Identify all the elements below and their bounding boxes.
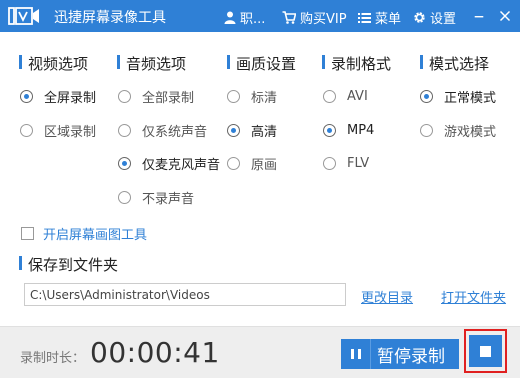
change-directory-link[interactable]: 更改目录 bbox=[361, 287, 413, 306]
radio-circle bbox=[323, 123, 336, 137]
radio-circle bbox=[420, 123, 433, 137]
radio-label: 标清 bbox=[251, 90, 278, 106]
minimize-icon bbox=[474, 16, 484, 18]
save-folder-title: 保存到文件夹 bbox=[28, 256, 119, 274]
radio-circle bbox=[227, 156, 240, 170]
pause-record-label: 暂停录制 bbox=[377, 346, 445, 367]
radio-label: FLV bbox=[347, 155, 370, 171]
radio-record-all-audio[interactable]: 全部录制 bbox=[118, 87, 195, 106]
radio-label: 全部录制 bbox=[142, 90, 195, 106]
film-camera-logo-icon bbox=[8, 7, 39, 25]
pause-record-button[interactable]: 暂停录制 bbox=[341, 339, 459, 369]
duration-label: 录制时长： bbox=[20, 351, 86, 366]
radio-circle bbox=[118, 156, 131, 170]
menu-icon bbox=[358, 12, 371, 23]
radio-circle bbox=[323, 156, 336, 170]
radio-label: MP4 bbox=[347, 122, 375, 138]
save-path-field[interactable] bbox=[24, 283, 346, 306]
section-accent-bar bbox=[19, 256, 22, 270]
radio-game-mode[interactable]: 游戏模式 bbox=[420, 121, 497, 140]
record-format-title: 录制格式 bbox=[331, 55, 392, 73]
screen-draw-tool-label: 开启屏幕画图工具 bbox=[43, 228, 148, 243]
radio-circle bbox=[227, 89, 240, 103]
close-icon bbox=[499, 10, 511, 22]
mode-select-title: 模式选择 bbox=[429, 55, 490, 73]
menu-button[interactable]: 菜单 bbox=[358, 8, 401, 27]
buy-vip-button[interactable]: 购买VIP bbox=[282, 8, 347, 27]
user-icon bbox=[224, 11, 236, 24]
section-accent-bar bbox=[322, 55, 325, 69]
screen-draw-tool-checkbox[interactable]: 开启屏幕画图工具 bbox=[21, 224, 147, 243]
settings-button[interactable]: 设置 bbox=[413, 8, 456, 27]
radio-quality-original[interactable]: 原画 bbox=[227, 154, 278, 173]
radio-no-audio[interactable]: 不录声音 bbox=[118, 188, 195, 207]
radio-label: 高清 bbox=[251, 124, 278, 140]
radio-format-avi[interactable]: AVI bbox=[323, 87, 368, 105]
bottom-bar: 录制时长： 00:00:41 暂停录制 bbox=[0, 326, 520, 378]
radio-circle bbox=[118, 89, 131, 103]
section-accent-bar bbox=[420, 55, 423, 69]
radio-circle bbox=[323, 89, 336, 103]
user-label: 职... bbox=[240, 12, 266, 27]
radio-label: 游戏模式 bbox=[444, 124, 497, 140]
duration-value: 00:00:41 bbox=[90, 336, 220, 369]
video-options-title: 视频选项 bbox=[28, 55, 89, 73]
radio-region-record[interactable]: 区域录制 bbox=[20, 121, 97, 140]
radio-format-flv[interactable]: FLV bbox=[323, 154, 369, 172]
radio-normal-mode[interactable]: 正常模式 bbox=[420, 87, 497, 106]
radio-quality-sd[interactable]: 标清 bbox=[227, 87, 278, 106]
checkbox-box bbox=[21, 227, 34, 240]
radio-label: 不录声音 bbox=[142, 191, 195, 207]
app-title: 迅捷屏幕录像工具 bbox=[54, 10, 166, 26]
radio-label: AVI bbox=[347, 88, 368, 104]
radio-label: 仅系统声音 bbox=[142, 124, 208, 140]
stop-record-button[interactable] bbox=[469, 335, 502, 367]
open-folder-link[interactable]: 打开文件夹 bbox=[441, 287, 506, 306]
radio-quality-hd[interactable]: 高清 bbox=[227, 121, 278, 140]
radio-system-audio-only[interactable]: 仅系统声音 bbox=[118, 121, 208, 140]
pause-icon bbox=[341, 339, 371, 369]
radio-label: 区域录制 bbox=[44, 124, 97, 140]
radio-label: 全屏录制 bbox=[44, 90, 97, 106]
stop-button-highlight bbox=[464, 329, 507, 373]
title-bar: 迅捷屏幕录像工具 职... 购买VIP 菜单 设置 bbox=[0, 0, 520, 32]
radio-circle bbox=[118, 123, 131, 137]
radio-circle bbox=[420, 89, 433, 103]
section-accent-bar bbox=[117, 55, 120, 69]
settings-label: 设置 bbox=[430, 12, 457, 27]
section-accent-bar bbox=[227, 55, 230, 69]
quality-settings-title: 画质设置 bbox=[236, 55, 297, 73]
radio-microphone-only[interactable]: 仅麦克风声音 bbox=[118, 154, 221, 173]
cart-icon bbox=[282, 11, 296, 24]
radio-label: 原画 bbox=[251, 157, 278, 173]
close-button[interactable] bbox=[499, 6, 515, 26]
radio-circle bbox=[118, 190, 131, 204]
audio-options-title: 音频选项 bbox=[126, 55, 187, 73]
minimize-button[interactable] bbox=[474, 6, 488, 26]
stop-icon bbox=[480, 345, 491, 357]
radio-label: 正常模式 bbox=[444, 90, 497, 106]
radio-circle bbox=[20, 123, 33, 137]
section-accent-bar bbox=[19, 55, 22, 69]
radio-circle bbox=[227, 123, 240, 137]
gear-icon bbox=[414, 12, 425, 23]
vip-label: 购买VIP bbox=[300, 12, 347, 27]
user-account-button[interactable]: 职... bbox=[224, 8, 265, 27]
radio-label: 仅麦克风声音 bbox=[142, 157, 221, 173]
radio-format-mp4[interactable]: MP4 bbox=[323, 121, 374, 139]
radio-circle bbox=[20, 89, 33, 103]
menu-label: 菜单 bbox=[375, 12, 402, 27]
radio-fullscreen-record[interactable]: 全屏录制 bbox=[20, 87, 97, 106]
